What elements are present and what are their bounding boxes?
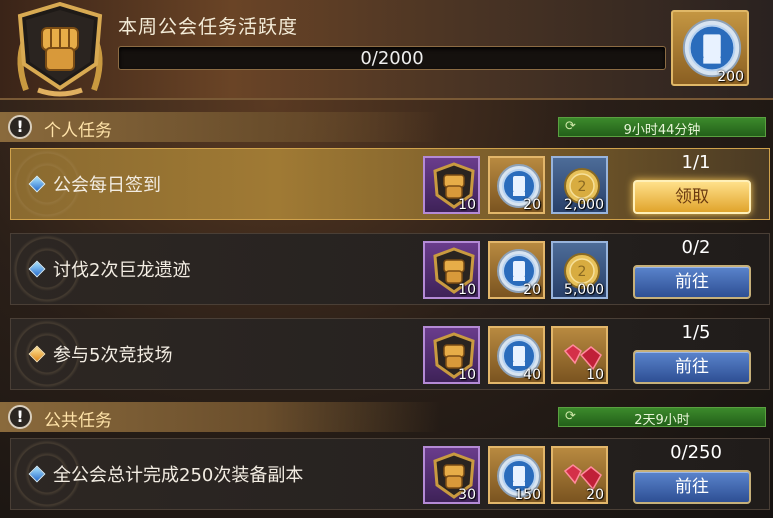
svg-text:2: 2 <box>578 179 587 195</box>
info-exclamation-icon[interactable]: ! <box>8 115 32 139</box>
reward-slot[interactable]: 20 <box>488 241 545 299</box>
public-tasks-section-header: ! 公共任务 ⟳ 2天9小时 <box>0 402 773 432</box>
reward-slot[interactable]: 10 <box>551 326 608 384</box>
task-progress: 0/2 <box>681 237 711 258</box>
go-button[interactable]: 前往 <box>633 350 751 384</box>
reward-quantity: 20 <box>586 487 604 503</box>
reward-slot[interactable]: 10 <box>423 156 480 214</box>
task-progress: 1/1 <box>681 152 711 173</box>
reward-quantity: 20 <box>523 282 541 298</box>
reward-slot[interactable]: 10 <box>423 241 480 299</box>
section-label: 个人任务 <box>44 121 112 141</box>
section-label: 公共任务 <box>44 411 112 431</box>
weekly-activity-progress-bar: 0/2000 <box>118 46 666 70</box>
refresh-timer: ⟳ 2天9小时 <box>558 407 766 428</box>
reward-quantity: 150 <box>514 487 541 503</box>
reward-slot[interactable]: 20 <box>488 156 545 214</box>
guild-task-panel: 本周公会任务活跃度 0/2000 200 ! 个人任务 ⟳ 9小时44分钟 公会… <box>0 0 773 518</box>
reward-quantity: 5,000 <box>563 282 604 298</box>
reward-quantity: 2,000 <box>563 197 604 213</box>
task-row: 全公会总计完成250次装备副本 30 150 20 0/250 前往 <box>10 438 770 510</box>
task-row: 讨伐2次巨龙遗迹 10 20 2 5,000 0/2 前往 <box>10 233 770 305</box>
reward-quantity: 10 <box>458 367 476 383</box>
personal-tasks-section-header: ! 个人任务 ⟳ 9小时44分钟 <box>0 112 773 142</box>
reward-quantity: 10 <box>586 367 604 383</box>
progress-text: 0/2000 <box>360 48 424 69</box>
reward-slot[interactable]: 10 <box>423 326 480 384</box>
task-progress: 0/250 <box>670 442 722 463</box>
info-exclamation-icon[interactable]: ! <box>8 405 32 429</box>
reward-slot[interactable]: 150 <box>488 446 545 504</box>
timer-text: 9小时44分钟 <box>623 123 701 138</box>
reward-slot[interactable]: 20 <box>551 446 608 504</box>
task-row: 参与5次竞技场 10 40 10 1/5 前往 <box>10 318 770 390</box>
guild-fist-emblem-icon <box>17 2 103 97</box>
reward-quantity: 30 <box>458 487 476 503</box>
reward-quantity: 20 <box>523 197 541 213</box>
claim-button[interactable]: 领取 <box>633 180 751 214</box>
svg-text:2: 2 <box>578 264 587 280</box>
chest-quantity: 200 <box>717 69 744 85</box>
task-name: 公会每日签到 <box>53 175 161 196</box>
go-button[interactable]: 前往 <box>633 265 751 299</box>
refresh-timer: ⟳ 9小时44分钟 <box>558 117 766 138</box>
weekly-activity-header: 本周公会任务活跃度 0/2000 200 <box>0 0 773 100</box>
reward-slot[interactable]: 2 5,000 <box>551 241 608 299</box>
weekly-activity-title: 本周公会任务活跃度 <box>118 16 299 38</box>
reward-slot[interactable]: 40 <box>488 326 545 384</box>
task-name: 参与5次竞技场 <box>53 345 173 366</box>
reward-quantity: 10 <box>458 197 476 213</box>
timer-text: 2天9小时 <box>634 413 690 428</box>
task-name: 全公会总计完成250次装备副本 <box>53 465 304 486</box>
reward-slot[interactable]: 2 2,000 <box>551 156 608 214</box>
task-progress: 1/5 <box>681 322 711 343</box>
reward-quantity: 40 <box>523 367 541 383</box>
go-button[interactable]: 前往 <box>633 470 751 504</box>
reward-quantity: 10 <box>458 282 476 298</box>
task-row: 公会每日签到 10 20 2 2,000 1/1 领取 <box>10 148 770 220</box>
task-name: 讨伐2次巨龙遗迹 <box>53 260 191 281</box>
reward-slot[interactable]: 30 <box>423 446 480 504</box>
activity-reward-chest[interactable]: 200 <box>671 10 749 86</box>
